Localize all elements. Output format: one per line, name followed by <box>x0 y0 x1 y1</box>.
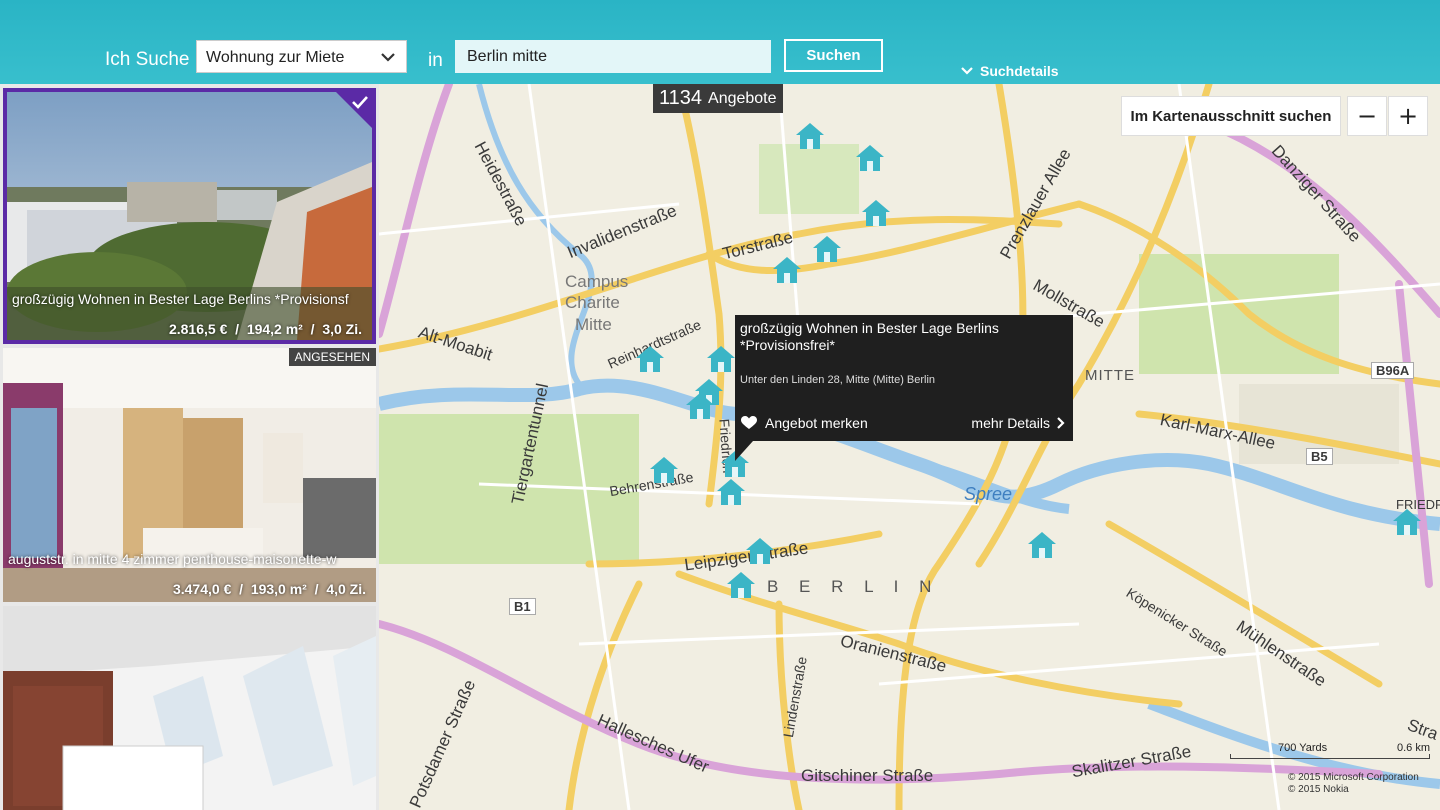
district-label: MITTE <box>1085 367 1135 384</box>
house-marker-icon[interactable] <box>855 144 885 172</box>
listing-card[interactable]: ANGESEHEN auguststr. in mitte 4 zimmer p… <box>3 348 376 602</box>
water-label: Spree <box>964 484 1013 504</box>
road-shield: B96A <box>1371 362 1415 379</box>
listing-title: großzügig Wohnen in Bester Lage Berlins … <box>12 291 349 307</box>
house-marker-icon[interactable] <box>795 122 825 150</box>
chevron-down-icon <box>381 53 395 62</box>
district-label: Mitte <box>575 315 612 334</box>
house-marker-icon[interactable] <box>649 456 679 484</box>
street-label: Gitschiner Straße <box>801 766 934 785</box>
city-label: B E R L I N <box>767 577 940 596</box>
heart-icon <box>741 416 757 429</box>
scale-yards: 700 Yards <box>1278 742 1328 754</box>
district-label: Campus <box>565 272 629 291</box>
property-type-select[interactable]: Wohnung zur Miete <box>196 40 407 73</box>
property-type-value: Wohnung zur Miete <box>206 49 345 66</box>
chevron-right-icon <box>1057 417 1065 429</box>
road-shield: B1 <box>509 598 536 615</box>
house-marker-icon[interactable] <box>726 571 756 599</box>
house-marker-icon[interactable] <box>861 199 891 227</box>
listing-photo <box>3 606 376 810</box>
more-details-label: mehr Details <box>971 415 1050 431</box>
listing-popup[interactable]: großzügig Wohnen in Bester Lage Berlins … <box>735 315 1073 441</box>
in-label: in <box>428 50 443 71</box>
search-details-toggle[interactable]: Suchdetails <box>960 63 1059 79</box>
popup-title: großzügig Wohnen in Bester Lage Berlins … <box>740 320 999 353</box>
house-marker-icon[interactable] <box>1027 531 1057 559</box>
house-marker-icon[interactable] <box>772 256 802 284</box>
app-window: Ich Suche Wohnung zur Miete in Suchen Su… <box>0 0 1440 810</box>
more-details-button[interactable]: mehr Details <box>971 415 1065 431</box>
save-offer-label: Angebot merken <box>765 415 868 431</box>
popup-address: Unter den Linden 28, Mitte (Mitte) Berli… <box>740 374 936 386</box>
house-marker-icon[interactable] <box>716 478 746 506</box>
map-copyright: © 2015 Microsoft Corporation © 2015 Noki… <box>1288 772 1419 795</box>
road-shield: B5 <box>1306 448 1333 465</box>
save-offer-button[interactable]: Angebot merken <box>741 415 868 431</box>
popup-pointer <box>735 441 753 461</box>
listing-stats: 2.816,5 € / 194,2 m² / 3,0 Zi. <box>168 321 362 337</box>
listing-list[interactable]: großzügig Wohnen in Bester Lage Berlins … <box>0 84 379 810</box>
chevron-down-icon <box>961 67 973 75</box>
district-label: Charite <box>565 293 620 312</box>
zoom-in-button[interactable]: + <box>1388 96 1428 136</box>
listing-card[interactable]: großzügig Wohnen in Bester Lage Berlins … <box>3 88 376 344</box>
result-count-badge: 1134 Angebote <box>653 84 783 113</box>
map-view[interactable]: Heidestraße Invalidenstraße Torstraße Pr… <box>379 84 1440 810</box>
house-marker-icon[interactable] <box>685 392 715 420</box>
zoom-out-button[interactable]: − <box>1347 96 1387 136</box>
house-marker-icon[interactable] <box>745 537 775 565</box>
listing-stats: 3.474,0 € / 193,0 m² / 4,0 Zi. <box>172 581 366 597</box>
scale-km: 0.6 km <box>1396 742 1430 754</box>
search-label: Ich Suche <box>105 49 190 70</box>
search-header: Ich Suche Wohnung zur Miete in Suchen Su… <box>0 0 1440 84</box>
result-count: 1134 <box>659 87 703 109</box>
listing-card[interactable] <box>3 606 376 810</box>
seen-badge: ANGESEHEN <box>288 348 376 366</box>
map-scale: 700 Yards 0.6 km <box>1230 742 1430 759</box>
house-marker-icon[interactable] <box>812 235 842 263</box>
search-button[interactable]: Suchen <box>784 39 883 72</box>
listing-title: auguststr. in mitte 4 zimmer penthouse-m… <box>8 551 337 567</box>
search-details-label: Suchdetails <box>980 63 1059 79</box>
check-icon <box>352 96 368 109</box>
result-count-label: Angebote <box>708 89 777 107</box>
search-map-area-button[interactable]: Im Kartenausschnitt suchen <box>1121 96 1341 136</box>
house-marker-icon[interactable] <box>706 345 736 373</box>
house-marker-icon[interactable] <box>1392 508 1422 536</box>
house-marker-icon[interactable] <box>635 345 665 373</box>
location-input[interactable] <box>455 40 771 73</box>
